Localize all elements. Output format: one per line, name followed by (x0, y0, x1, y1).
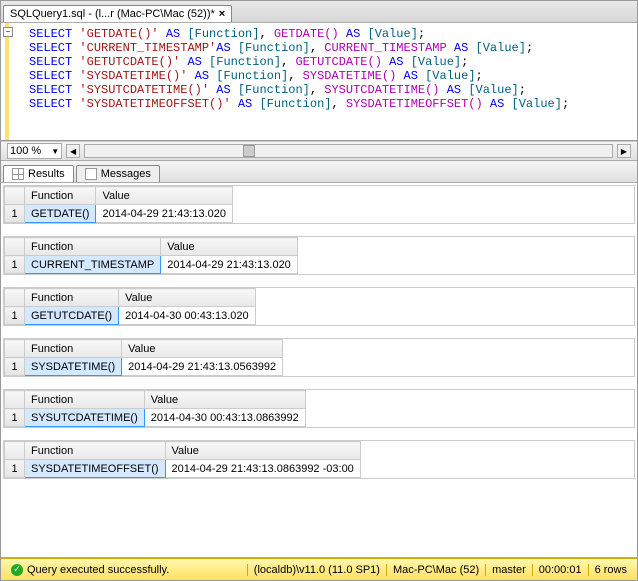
code-line: SELECT 'SYSDATETIME()' AS [Function], SY… (29, 69, 633, 83)
column-header[interactable]: Function (25, 238, 161, 256)
row-number-cell[interactable]: 1 (5, 307, 25, 325)
result-grid[interactable]: FunctionValue1GETUTCDATE()2014-04-30 00:… (3, 287, 635, 326)
result-grid[interactable]: FunctionValue1SYSUTCDATETIME()2014-04-30… (3, 389, 635, 428)
table-row[interactable]: 1SYSDATETIMEOFFSET()2014-04-29 21:43:13.… (5, 460, 361, 478)
status-db: master (485, 564, 532, 576)
close-icon[interactable]: × (219, 8, 225, 20)
tab-messages-label: Messages (101, 168, 151, 180)
row-number-header (5, 187, 25, 205)
row-number-cell[interactable]: 1 (5, 205, 25, 223)
result-tab-bar: Results Messages (1, 161, 637, 183)
tab-messages[interactable]: Messages (76, 165, 160, 182)
file-tab-bar: SQLQuery1.sql - (l...r (Mac-PC\Mac (52))… (1, 1, 637, 23)
tab-results-label: Results (28, 168, 65, 180)
scroll-left-button[interactable]: ◀ (66, 144, 80, 158)
column-header[interactable]: Value (96, 187, 233, 205)
result-grid[interactable]: FunctionValue1SYSDATETIMEOFFSET()2014-04… (3, 440, 635, 479)
status-rows: 6 rows (588, 564, 633, 576)
status-message: Query executed successfully. (27, 564, 169, 576)
row-number-cell[interactable]: 1 (5, 409, 25, 427)
code-line: SELECT 'SYSUTCDATETIME()' AS [Function],… (29, 83, 633, 97)
column-header[interactable]: Function (25, 442, 166, 460)
tab-results[interactable]: Results (3, 165, 74, 182)
table-row[interactable]: 1GETUTCDATE()2014-04-30 00:43:13.020 (5, 307, 256, 325)
status-elapsed: 00:00:01 (532, 564, 588, 576)
row-number-header (5, 238, 25, 256)
column-header[interactable]: Value (144, 391, 305, 409)
code-line: SELECT 'SYSDATETIMEOFFSET()' AS [Functio… (29, 97, 633, 111)
chevron-down-icon[interactable]: ▼ (51, 147, 59, 156)
results-panel[interactable]: FunctionValue1GETDATE()2014-04-29 21:43:… (1, 183, 637, 558)
sql-editor[interactable]: SELECT 'GETDATE()' AS [Function], GETDAT… (5, 23, 637, 140)
editor-hscrollbar[interactable] (84, 144, 613, 158)
row-number-cell[interactable]: 1 (5, 358, 25, 376)
cell[interactable]: 2014-04-30 00:43:13.0863992 (144, 409, 305, 427)
grid-icon (12, 168, 24, 180)
cell[interactable]: 2014-04-29 21:43:13.020 (96, 205, 233, 223)
zoom-bar: 100 % ▼ ◀ ▶ (1, 141, 637, 161)
column-header[interactable]: Value (119, 289, 256, 307)
column-header[interactable]: Function (25, 340, 122, 358)
file-tab[interactable]: SQLQuery1.sql - (l...r (Mac-PC\Mac (52))… (3, 5, 232, 22)
file-tab-title: SQLQuery1.sql - (l...r (Mac-PC\Mac (52))… (10, 8, 215, 20)
column-header[interactable]: Value (165, 442, 360, 460)
status-bar: ✓ Query executed successfully. (localdb)… (1, 558, 637, 580)
cell[interactable]: SYSUTCDATETIME() (25, 409, 145, 427)
code-line: SELECT 'GETUTCDATE()' AS [Function], GET… (29, 55, 633, 69)
cell[interactable]: GETUTCDATE() (25, 307, 119, 325)
check-icon: ✓ (11, 564, 23, 576)
table-row[interactable]: 1CURRENT_TIMESTAMP2014-04-29 21:43:13.02… (5, 256, 298, 274)
zoom-value: 100 % (10, 145, 41, 157)
cell[interactable]: 2014-04-30 00:43:13.020 (119, 307, 256, 325)
code-line: SELECT 'CURRENT_TIMESTAMP'AS [Function],… (29, 41, 633, 55)
cell[interactable]: SYSDATETIMEOFFSET() (25, 460, 166, 478)
row-number-cell[interactable]: 1 (5, 460, 25, 478)
column-header[interactable]: Value (122, 340, 283, 358)
column-header[interactable]: Function (25, 289, 119, 307)
row-number-header (5, 289, 25, 307)
cell[interactable]: SYSDATETIME() (25, 358, 122, 376)
result-grid[interactable]: FunctionValue1SYSDATETIME()2014-04-29 21… (3, 338, 635, 377)
table-row[interactable]: 1GETDATE()2014-04-29 21:43:13.020 (5, 205, 233, 223)
cell[interactable]: GETDATE() (25, 205, 96, 223)
collapse-toggle-icon[interactable]: − (3, 27, 13, 37)
cell[interactable]: 2014-04-29 21:43:13.0563992 (122, 358, 283, 376)
cell[interactable]: CURRENT_TIMESTAMP (25, 256, 161, 274)
cell[interactable]: 2014-04-29 21:43:13.020 (161, 256, 298, 274)
status-login: Mac-PC\Mac (52) (386, 564, 485, 576)
code-line: SELECT 'GETDATE()' AS [Function], GETDAT… (29, 27, 633, 41)
scroll-right-button[interactable]: ▶ (617, 144, 631, 158)
result-grid[interactable]: FunctionValue1GETDATE()2014-04-29 21:43:… (3, 185, 635, 224)
column-header[interactable]: Value (161, 238, 298, 256)
cell[interactable]: 2014-04-29 21:43:13.0863992 -03:00 (165, 460, 360, 478)
row-number-header (5, 340, 25, 358)
column-header[interactable]: Function (25, 187, 96, 205)
row-number-header (5, 442, 25, 460)
sql-editor-pane: − SELECT 'GETDATE()' AS [Function], GETD… (1, 23, 637, 141)
status-server: (localdb)\v11.0 (11.0 SP1) (247, 564, 386, 576)
column-header[interactable]: Function (25, 391, 145, 409)
table-row[interactable]: 1SYSDATETIME()2014-04-29 21:43:13.056399… (5, 358, 283, 376)
row-number-cell[interactable]: 1 (5, 256, 25, 274)
zoom-combo[interactable]: 100 % ▼ (7, 143, 62, 159)
table-row[interactable]: 1SYSUTCDATETIME()2014-04-30 00:43:13.086… (5, 409, 306, 427)
result-grid[interactable]: FunctionValue1CURRENT_TIMESTAMP2014-04-2… (3, 236, 635, 275)
row-number-header (5, 391, 25, 409)
scrollbar-thumb[interactable] (243, 145, 255, 157)
messages-icon (85, 168, 97, 180)
